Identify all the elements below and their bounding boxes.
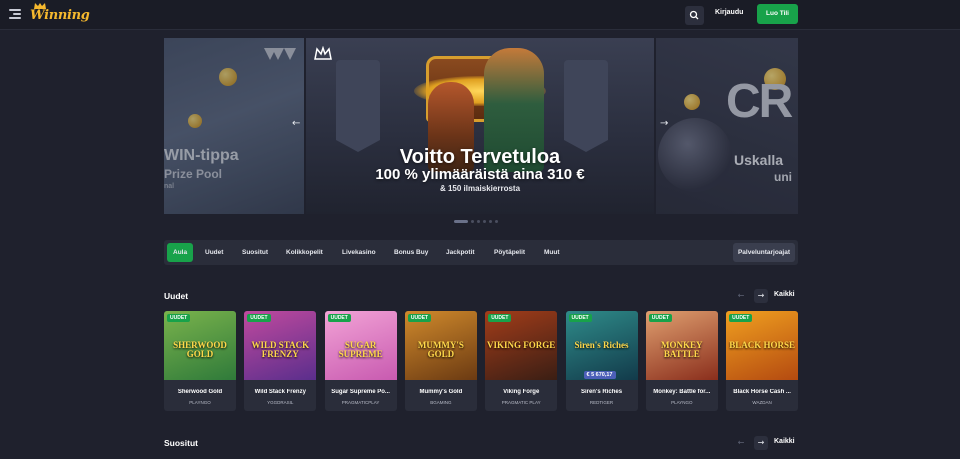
game-thumbnail-logo-text: MUMMY'S GOLD	[417, 340, 464, 359]
game-name: Mummy's Gold	[419, 389, 463, 395]
game-provider: PRAGMATIC PLAY	[501, 400, 541, 405]
carousel-dot[interactable]	[483, 219, 486, 223]
view-all-link[interactable]: Kaikki	[774, 291, 795, 298]
new-badge: UUDET	[729, 314, 753, 322]
banner-decoration	[564, 60, 608, 152]
tab-other[interactable]: Muut	[544, 240, 560, 265]
game-provider: PLAYNGO	[189, 400, 211, 405]
carousel-dot[interactable]	[471, 219, 474, 223]
game-provider: PRAGMATICPLAY	[341, 400, 380, 405]
scroll-left-arrow-icon[interactable]: ←	[734, 289, 748, 303]
category-tabs: Aula Uudet Suositut Kolikkopelit Livekas…	[164, 240, 798, 265]
game-name: Monkey: Battle for...	[653, 389, 711, 395]
new-badge: UUDET	[327, 314, 351, 322]
game-thumbnail-logo-text: SUGAR SUPREME	[338, 340, 383, 359]
view-all-link[interactable]: Kaikki	[774, 438, 795, 445]
carousel-dot[interactable]	[477, 219, 480, 223]
tab-popular[interactable]: Suositut	[242, 240, 268, 265]
new-badge: UUDET	[488, 314, 512, 322]
scroll-right-arrow-icon[interactable]: →	[754, 289, 768, 303]
scroll-right-arrow-icon[interactable]: →	[754, 436, 768, 450]
game-name: Sherwood Gold	[177, 389, 223, 395]
promo-slide-prev[interactable]: WIN-tippa Prize Pool nal	[164, 38, 304, 214]
game-name: Black Horse Cash ...	[733, 389, 791, 395]
new-badge: UUDET	[167, 314, 191, 322]
jackpot-amount-badge: € 5 670,17	[583, 371, 616, 379]
game-name: Viking Forge	[503, 389, 540, 395]
promo-slide-active[interactable]: Voitto Tervetuloa 100 % ylimääräistä ain…	[306, 38, 654, 214]
game-name: Sugar Supreme Po...	[331, 389, 390, 395]
carousel-dot[interactable]	[454, 219, 468, 223]
tab-bonus-buy[interactable]: Bonus Buy	[394, 240, 428, 265]
game-provider: YGGDRASIL	[267, 400, 294, 405]
promo-slide-next[interactable]: CR Uskalla uni	[656, 38, 798, 214]
carousel-dots	[454, 219, 498, 223]
carousel-next-arrow-icon[interactable]: →	[660, 118, 668, 129]
top-header: Winning Kirjaudu Luo Tili	[0, 0, 960, 30]
game-provider: WAZDAN	[752, 400, 772, 405]
carousel-prev-arrow-icon[interactable]: ←	[292, 118, 300, 129]
game-card[interactable]: Siren's Riches UUDET € 5 670,17 Siren's Ric…	[565, 311, 638, 411]
game-thumbnail-logo-text: Siren's Riches	[574, 340, 629, 350]
promo-spins-text: & 150 ilmaiskierrosta	[439, 184, 521, 193]
tab-lobby[interactable]: Aula	[167, 243, 194, 262]
game-card[interactable]: VIKING FORGE UUDET Viking Forge PRAGMATIC P…	[485, 311, 558, 411]
crown-logo-icon	[314, 46, 332, 60]
promo-carousel: WIN-tippa Prize Pool nal Voitto Tervetul…	[0, 38, 960, 223]
logo-text: Winning	[30, 8, 90, 23]
game-card[interactable]: SHERWOOD GOLD UUDET Sherwood Gold PLAYNGO	[164, 311, 236, 411]
game-card[interactable]: MONKEY BATTLE UUDET Monkey: Battle for... P…	[645, 311, 718, 411]
game-card[interactable]: WILD STACK FRENZY UUDET Wild Stack Frenzy Y…	[244, 311, 317, 411]
new-badge: UUDET	[648, 314, 673, 322]
search-button[interactable]	[685, 6, 704, 25]
game-card[interactable]: MUMMY'S GOLD UUDET Mummy's Gold BGAMING	[404, 311, 477, 411]
game-name: Siren's Riches	[580, 389, 623, 395]
providers-button[interactable]: Palveluntarjoajat	[732, 243, 795, 262]
game-thumbnail-logo-text: VIKING FORGE	[487, 340, 556, 350]
game-thumbnail-logo-text: SHERWOOD GOLD	[173, 340, 227, 359]
tab-slots[interactable]: Kolikkopelit	[286, 240, 323, 265]
game-thumbnail-logo-text: MONKEY BATTLE	[661, 340, 703, 359]
tab-jackpots[interactable]: Jackpotit	[446, 240, 475, 265]
section-title-popular: Suositut	[164, 438, 198, 448]
game-card[interactable]: SUGAR SUPREME UUDET Sugar Supreme Po... PRA…	[324, 311, 397, 411]
hamburger-menu-icon[interactable]	[9, 9, 21, 19]
tab-live-casino[interactable]: Livekasino	[342, 240, 376, 265]
scroll-left-arrow-icon[interactable]: ←	[734, 436, 748, 450]
game-provider: REDTIGER	[589, 400, 614, 405]
game-provider: BGAMING	[430, 400, 452, 405]
game-provider: PLAYNGO	[671, 400, 693, 405]
carousel-dot[interactable]	[489, 219, 492, 223]
game-card[interactable]: BLACK HORSE UUDET Black Horse Cash ... WAZD…	[726, 311, 799, 411]
signup-button[interactable]: Luo Tili	[757, 4, 798, 24]
new-badge: UUDET	[568, 314, 592, 322]
login-link[interactable]: Kirjaudu	[715, 9, 743, 16]
game-name: Wild Stack Frenzy	[254, 389, 306, 395]
game-thumbnail-logo-text: WILD STACK FRENZY	[251, 340, 310, 359]
carousel-dot[interactable]	[495, 219, 498, 223]
tab-table-games[interactable]: Pöytäpelit	[494, 240, 525, 265]
tab-new[interactable]: Uudet	[205, 240, 223, 265]
banner-decoration	[336, 60, 380, 152]
search-icon	[689, 10, 699, 20]
new-badge: UUDET	[247, 314, 271, 322]
game-row-new: SHERWOOD GOLD UUDET Sherwood Gold PLAYNGO WI…	[164, 311, 804, 411]
promo-subtitle: 100 % ylimääräistä aina 310 €	[375, 166, 585, 183]
game-thumbnail-logo-text: BLACK HORSE	[729, 340, 795, 350]
new-badge: UUDET	[407, 314, 432, 322]
section-title-new: Uudet	[164, 291, 189, 301]
